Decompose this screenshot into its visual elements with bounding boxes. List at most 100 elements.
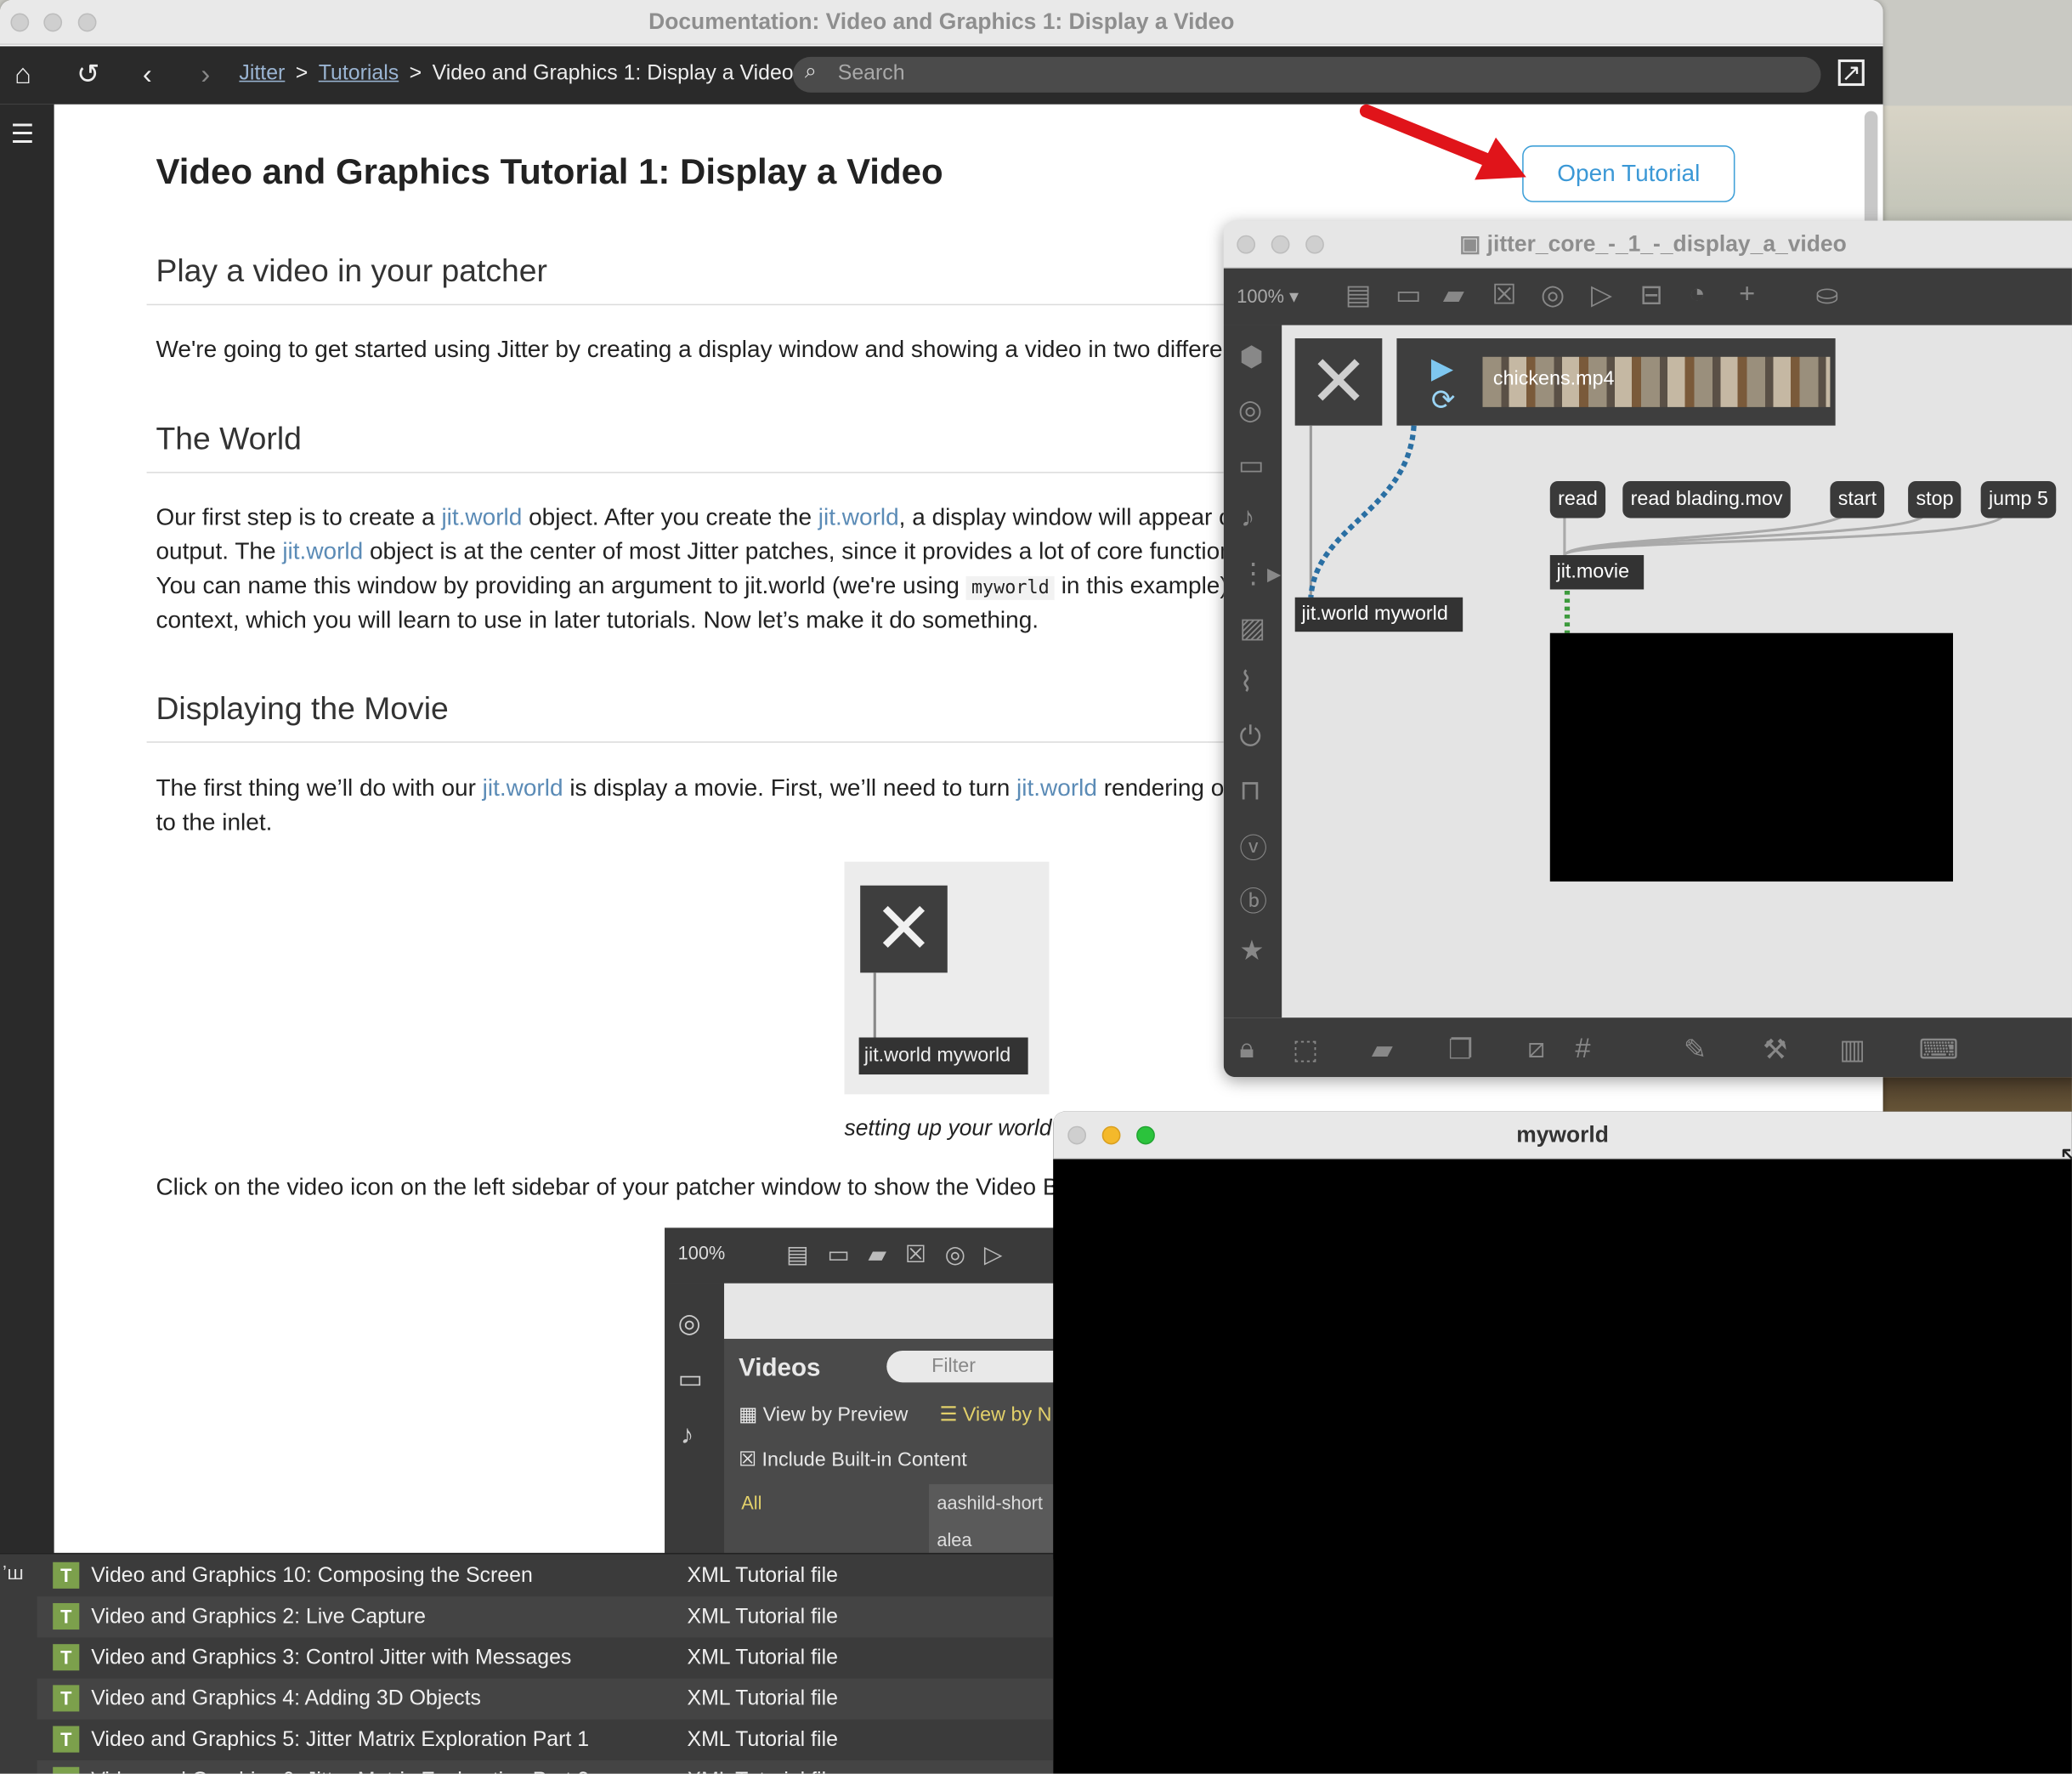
music-icon: ♪ bbox=[680, 1420, 694, 1450]
comment-icon[interactable]: ▰ bbox=[1372, 1034, 1393, 1067]
file-name: Video and Graphics 3: Control Jitter wit… bbox=[91, 1646, 572, 1669]
max-logo-icon: ʼꟺ bbox=[3, 1561, 24, 1584]
tutorial-file-icon: T bbox=[53, 1561, 80, 1589]
file-name: Video and Graphics 2: Live Capture bbox=[91, 1606, 426, 1629]
tutorial-file-list: ʼꟺ T Video and Graphics 10: Composing the… bbox=[0, 1552, 1054, 1774]
figure-world-setup: ✕ jit.world myworld bbox=[844, 861, 1050, 1095]
doc-navbar: ⌂ ↺ ‹ › Jitter > Tutorials > Video and Graph… bbox=[0, 46, 1883, 105]
toggle-x-icon: ✕ bbox=[860, 885, 948, 973]
paragraph-line: You can name this window by providing an… bbox=[156, 572, 1235, 600]
layers-icon[interactable]: ❐ bbox=[1448, 1034, 1473, 1067]
section-heading-play: Play a video in your patcher bbox=[156, 253, 547, 290]
list-icon: ☰ bbox=[939, 1403, 963, 1426]
piano-icon[interactable]: ▥ bbox=[1839, 1034, 1865, 1067]
jit-world-link[interactable]: jit.world bbox=[818, 503, 899, 530]
message-stop[interactable]: stop bbox=[1908, 480, 1962, 519]
vb-canvas bbox=[724, 1283, 1061, 1340]
patch-cord bbox=[873, 972, 876, 1040]
myworld-titlebar: myworld bbox=[1053, 1111, 2072, 1159]
wrench-icon[interactable]: ⚒ bbox=[1763, 1034, 1787, 1067]
lock-icon[interactable]: 🔒︎ bbox=[1239, 1034, 1254, 1065]
vb-include-builtin[interactable]: ☒ Include Built-in Content bbox=[739, 1448, 967, 1471]
section-text-play: We're going to get started using Jitter … bbox=[156, 335, 1243, 363]
paragraph-line: Our first step is to create a jit.world … bbox=[156, 503, 1232, 530]
doc-window-title: Documentation: Video and Graphics 1: Dis… bbox=[648, 9, 1235, 35]
forward-icon[interactable]: › bbox=[201, 58, 210, 92]
add-clip-icon[interactable]: ✎ bbox=[1684, 1034, 1707, 1067]
open-tutorial-button[interactable]: Open Tutorial bbox=[1522, 145, 1735, 202]
vb-toolbar-icons: ▤▭▰☒◎▷ bbox=[786, 1240, 1022, 1268]
file-list-row[interactable]: T Video and Graphics 10: Composing the Sc… bbox=[37, 1556, 1054, 1596]
tutorial-file-icon: T bbox=[53, 1644, 80, 1671]
file-type: XML Tutorial file bbox=[687, 1728, 838, 1752]
jit-world-link[interactable]: jit.world bbox=[441, 503, 522, 530]
breadcrumb-tutorials[interactable]: Tutorials bbox=[319, 62, 399, 84]
arrow-shaft bbox=[1359, 104, 1497, 168]
history-icon[interactable]: ↺ bbox=[76, 58, 99, 92]
jit-world-object[interactable]: jit.world myworld bbox=[1294, 597, 1463, 632]
file-name: Video and Graphics 5: Jitter Matrix Expl… bbox=[91, 1728, 590, 1752]
home-icon[interactable]: ⌂ bbox=[14, 58, 31, 92]
search-input[interactable]: ⌕ Search bbox=[792, 56, 1821, 93]
back-icon[interactable]: ‹ bbox=[143, 58, 152, 92]
media-icon: ▭ bbox=[677, 1365, 704, 1395]
close-window-button[interactable] bbox=[10, 13, 30, 32]
file-list-row[interactable]: T Video and Graphics 6: Jitter Matrix Exp… bbox=[37, 1760, 1054, 1774]
vb-filter-input[interactable]: Filter bbox=[886, 1351, 1061, 1383]
file-list-row[interactable]: T Video and Graphics 4: Adding 3D Objects… bbox=[37, 1678, 1054, 1720]
message-jump[interactable]: jump 5 bbox=[1980, 480, 2057, 519]
breadcrumb-jitter[interactable]: Jitter bbox=[239, 62, 285, 84]
tutorial-file-icon: T bbox=[53, 1726, 80, 1753]
vb-item[interactable]: alea bbox=[937, 1529, 971, 1550]
patch-cord-signal bbox=[1308, 425, 1417, 598]
zoom-window-button[interactable] bbox=[1136, 1125, 1155, 1145]
minimize-window-button[interactable] bbox=[43, 13, 63, 32]
jit-world-link[interactable]: jit.world bbox=[282, 538, 363, 564]
file-name: Video and Graphics 4: Adding 3D Objects bbox=[91, 1687, 481, 1710]
paragraph-line: context, which you will learn to use in … bbox=[156, 606, 1039, 633]
jit-world-link[interactable]: jit.world bbox=[483, 774, 563, 801]
jit-world-link[interactable]: jit.world bbox=[1016, 774, 1097, 801]
section-heading-movie: Displaying the Movie bbox=[156, 691, 449, 728]
message-start[interactable]: start bbox=[1830, 480, 1885, 519]
presentation-icon[interactable]: ⬚ bbox=[1293, 1034, 1319, 1067]
message-read-blading[interactable]: read blading.mov bbox=[1622, 480, 1791, 519]
file-list-row[interactable]: T Video and Graphics 5: Jitter Matrix Exp… bbox=[37, 1720, 1054, 1760]
jit-movie-object[interactable]: jit.movie bbox=[1549, 555, 1645, 590]
paragraph-line: output. The jit.world object is at the c… bbox=[156, 537, 1247, 564]
vb-zoom: 100% bbox=[677, 1242, 726, 1264]
grid-icon[interactable]: # bbox=[1575, 1034, 1590, 1065]
mute-icon[interactable]: ⧄ bbox=[1527, 1034, 1545, 1065]
section-heading-world: The World bbox=[156, 421, 302, 457]
file-type: XML Tutorial file bbox=[687, 1646, 838, 1669]
file-type: XML Tutorial file bbox=[687, 1687, 838, 1710]
file-type: XML Tutorial file bbox=[687, 1606, 838, 1629]
inline-code: myworld bbox=[965, 575, 1055, 600]
list-icon[interactable]: ☰ bbox=[10, 117, 34, 151]
paragraph-line: to the inlet. bbox=[156, 808, 273, 836]
file-name: Video and Graphics 10: Composing the Scr… bbox=[91, 1564, 533, 1588]
file-list-row[interactable]: T Video and Graphics 3: Control Jitter wi… bbox=[37, 1637, 1054, 1678]
patch-cord bbox=[1563, 514, 1846, 557]
myworld-window: myworld bbox=[1053, 1111, 2072, 1774]
file-type: XML Tutorial file bbox=[687, 1564, 838, 1588]
vb-view-by-preview[interactable]: ▦ View by Preview bbox=[739, 1403, 908, 1425]
message-read[interactable]: read bbox=[1549, 480, 1606, 519]
search-icon: ⌕ bbox=[804, 60, 817, 83]
vb-item[interactable]: aashild-short bbox=[937, 1492, 1043, 1513]
zoom-window-button[interactable] bbox=[77, 13, 97, 32]
doc-titlebar: Documentation: Video and Graphics 1: Dis… bbox=[0, 0, 1883, 45]
external-open-icon[interactable]: ↗ bbox=[1837, 59, 1865, 87]
patcher-window: ▣ jitter_core_-_1_-_display_a_video 100%… bbox=[1223, 220, 2072, 1078]
video-browser-screenshot: 100% ▤▭▰☒◎▷ ◎ ▭ ♪ Videos Filter ▦ View b… bbox=[665, 1227, 1061, 1560]
patcher-bottom-toolbar: 🔒︎ ⬚ ▰ ❐ ⧄ # ✎ ⚒ ▥ ⌨ bbox=[1223, 1017, 2072, 1078]
vb-view-by-name[interactable]: ☰ View by N bbox=[939, 1403, 1051, 1426]
file-list-row[interactable]: T Video and Graphics 2: Live Capture XML T… bbox=[37, 1596, 1054, 1638]
vb-category-all[interactable]: All bbox=[741, 1492, 761, 1513]
file-type: XML Tutorial file bbox=[687, 1760, 837, 1774]
myworld-title: myworld bbox=[1516, 1122, 1609, 1148]
close-window-button[interactable] bbox=[1067, 1125, 1087, 1145]
minimize-window-button[interactable] bbox=[1101, 1125, 1121, 1145]
keyboard-icon[interactable]: ⌨ bbox=[1919, 1034, 1959, 1067]
desktop-background bbox=[1876, 105, 2072, 225]
